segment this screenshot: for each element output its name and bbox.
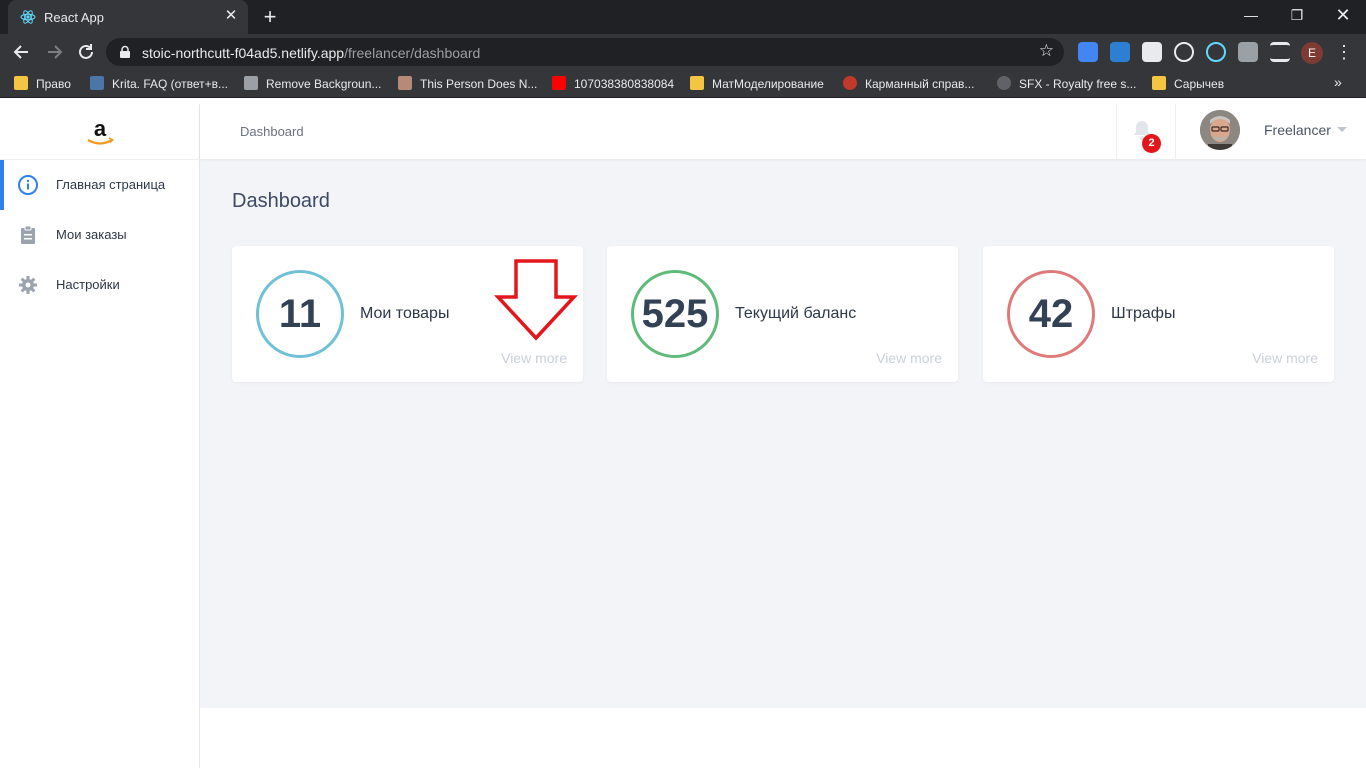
bookmark-star-icon[interactable]: ☆ [1039,41,1054,61]
stat-label: Штрафы [1111,305,1176,322]
calendar-extension-icon[interactable] [1110,42,1130,62]
bookmark-item[interactable]: Сарычев [1152,76,1224,92]
bookmark-item[interactable]: Карманный справ... [843,76,974,92]
info-icon [18,175,38,195]
face-icon [398,76,412,90]
stat-label: Текущий баланс [735,305,857,322]
gear-icon [19,276,37,294]
react-devtools-icon[interactable] [1206,42,1226,62]
view-more-link[interactable]: View more [501,350,567,366]
tab-title: React App [44,10,104,25]
user-name[interactable]: Freelancer [1264,122,1331,138]
red-down-arrow-icon [494,259,578,341]
browser-toolbar: stoic-northcutt-f04ad5.netlify.app/freel… [0,34,1366,70]
page-title: Dashboard [232,190,330,212]
sidebar-item-settings[interactable]: Настройки [0,260,199,310]
folder-icon [690,76,704,90]
stat-ring: 42 [1007,270,1095,358]
logo-container: a [0,104,200,160]
bookmark-item[interactable]: Krita. FAQ (ответ+в... [90,76,228,92]
s-extension-icon[interactable] [1142,42,1162,62]
media-control-icon[interactable] [1270,42,1290,62]
bookmark-item[interactable]: Право [14,76,71,92]
stat-ring: 525 [631,270,719,358]
layers-icon [244,76,258,90]
target-extension-icon[interactable] [1174,42,1194,62]
new-tab-button[interactable]: + [258,5,282,29]
url-path: /freelancer/dashboard [344,45,481,61]
sidebar-item-label: Главная страница [56,177,166,192]
stat-card-fines: 42 Штрафы View more [983,246,1334,382]
browser-tabstrip: React App ✕ + — ❐ ✕ [0,0,1366,34]
browser-menu-icon[interactable]: ⋮ [1334,40,1354,64]
more-bookmarks-button[interactable]: » [1334,74,1342,90]
user-photo-icon [1200,110,1240,150]
sidebar-item-label: Мои заказы [56,227,127,242]
react-icon [20,10,36,24]
app-root: a Главная страница Мои заказы Настройки … [0,104,1366,768]
bookmark-item[interactable]: МатМоделирование [690,76,824,92]
clipboard-icon [21,225,35,244]
sidebar-item-orders[interactable]: Мои заказы [0,210,199,260]
close-tab-icon[interactable]: ✕ [222,7,240,25]
sfx-icon [997,76,1011,90]
folder-icon [14,76,28,90]
bookmark-item[interactable]: SFX - Royalty free s... [997,76,1136,92]
chevron-down-icon[interactable] [1337,127,1347,132]
stat-card-balance: 525 Текущий баланс View more [607,246,958,382]
stat-value: 11 [278,292,322,336]
stat-value: 525 [641,292,709,336]
svg-text:a: a [94,116,107,141]
stat-label: Мои товары [360,305,450,322]
window-close-icon[interactable]: ✕ [1320,0,1366,30]
url-host: stoic-northcutt-f04ad5.netlify.app [142,45,345,61]
vk-icon [90,76,104,90]
stat-value: 42 [1028,292,1074,336]
top-header: Dashboard 2 Freelancer [200,104,1366,159]
amazon-logo-icon[interactable]: a [84,116,116,148]
restore-icon[interactable]: ❐ [1274,0,1320,30]
bookmark-item[interactable]: Remove Backgroun... [244,76,381,92]
stat-card-products: 11 Мои товары View more [232,246,583,382]
sidebar: a Главная страница Мои заказы Настройки [0,104,200,768]
breadcrumb[interactable]: Dashboard [240,124,304,139]
notifications-button[interactable]: 2 [1116,104,1176,159]
lock-icon [120,45,130,58]
puzzle-extensions-icon[interactable] [1238,42,1258,62]
stat-ring: 11 [256,270,344,358]
pg-icon [843,76,857,90]
user-avatar[interactable] [1200,110,1240,150]
notification-count-badge: 2 [1142,134,1161,153]
browser-tab[interactable]: React App ✕ [8,0,248,34]
bookmark-item[interactable]: 107038380838084 [552,76,674,92]
view-more-link[interactable]: View more [876,350,942,366]
youtube-icon [552,76,566,90]
address-bar[interactable]: stoic-northcutt-f04ad5.netlify.app/freel… [106,38,1064,66]
sidebar-item-home[interactable]: Главная страница [0,160,199,210]
sidebar-item-label: Настройки [56,277,120,292]
view-more-link[interactable]: View more [1252,350,1318,366]
forward-arrow-icon[interactable] [40,38,68,66]
bookmarks-bar: Право Krita. FAQ (ответ+в... Remove Back… [0,70,1366,98]
page-footer [200,708,1366,768]
back-arrow-icon[interactable] [8,38,36,66]
minimize-icon[interactable]: — [1228,0,1274,30]
reload-icon[interactable] [72,38,100,66]
folder-icon [1152,76,1166,90]
bookmark-item[interactable]: This Person Does N... [398,76,537,92]
profile-avatar[interactable]: E [1301,42,1323,64]
translate-extension-icon[interactable] [1078,42,1098,62]
url-text: stoic-northcutt-f04ad5.netlify.app/freel… [142,45,480,61]
